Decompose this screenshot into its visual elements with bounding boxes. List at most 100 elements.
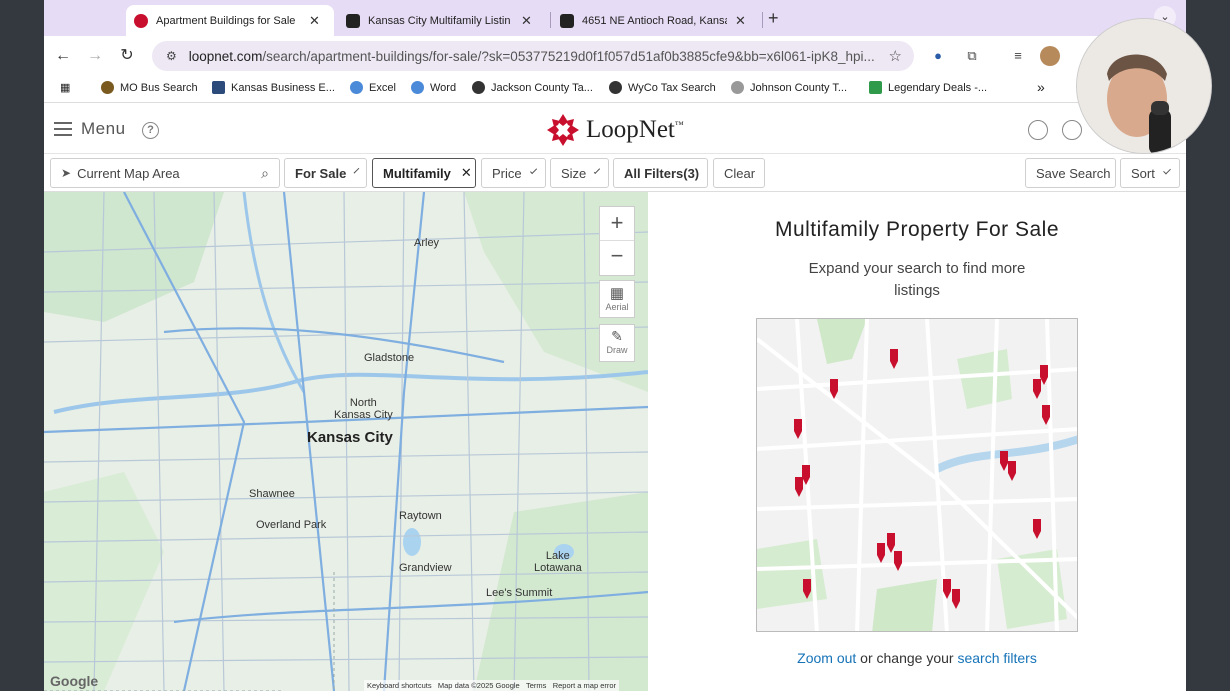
tab-strip: Apartment Buildings for Sale ✕ Kansas Ci… — [44, 0, 1186, 36]
search-icon[interactable]: ⌕ — [261, 165, 269, 182]
bookmark-favicon-icon — [350, 81, 363, 94]
apps-grid-icon[interactable]: ▦ — [60, 81, 70, 94]
close-tab-icon[interactable]: ✕ — [521, 13, 532, 29]
new-tab-icon[interactable]: + — [768, 8, 779, 29]
zoom-out-link[interactable]: Zoom out — [797, 650, 856, 666]
search-map[interactable]: Arley Gladstone North Kansas City Kansas… — [44, 192, 648, 691]
close-tab-icon[interactable]: ✕ — [735, 13, 746, 29]
report-map-error-link[interactable]: Report a map error — [553, 681, 616, 690]
map-illustration-graphic — [757, 319, 1077, 631]
no-results-actions: Zoom out or change your search filters — [648, 650, 1186, 666]
multifamily-filter-chip[interactable]: Multifamily ✕ — [372, 158, 476, 188]
chevron-down-icon — [529, 166, 537, 174]
map-pins-illustration — [756, 318, 1078, 632]
browser-toolbar: ← → ↻ ⚙ loopnet.com/search/apartment-bui… — [44, 36, 1186, 76]
results-panel: Multifamily Property For Sale Expand you… — [648, 192, 1186, 691]
desktop-background: Apartment Buildings for Sale ✕ Kansas Ci… — [0, 0, 1230, 691]
extensions-puzzle-icon[interactable]: ⧉ — [962, 46, 982, 66]
map-label-raytown: Raytown — [399, 510, 442, 522]
terms-link[interactable]: Terms — [526, 681, 546, 690]
chevron-down-icon — [353, 167, 360, 173]
back-arrow-icon[interactable]: ← — [52, 45, 74, 67]
menu-button[interactable]: Menu — [54, 118, 126, 140]
bookmark-excel[interactable]: Excel — [350, 81, 396, 94]
loopnet-favicon-icon — [134, 13, 148, 28]
extension-icon[interactable]: ● — [928, 46, 948, 66]
tab-title: Kansas City Multifamily Listin — [368, 14, 511, 27]
chevron-down-icon — [594, 167, 601, 174]
price-dropdown[interactable]: Price — [481, 158, 546, 188]
hamburger-icon — [54, 118, 72, 140]
webcam-overlay — [1076, 18, 1212, 154]
bookmark-johnson-county[interactable]: Johnson County T... — [731, 81, 847, 94]
site-info-icon[interactable]: ⚙ — [166, 49, 177, 63]
close-tab-icon[interactable]: ✕ — [309, 13, 320, 29]
bookmark-favicon-icon — [869, 81, 882, 94]
chevron-down-icon — [1162, 166, 1171, 175]
size-dropdown[interactable]: Size — [550, 158, 609, 188]
filter-bar: ➤ Current Map Area ⌕ For Sale Multifamil… — [44, 154, 1186, 192]
forward-arrow-icon[interactable]: → — [84, 45, 106, 67]
zoom-in-icon[interactable]: + — [600, 207, 634, 241]
bookmark-wyco-tax[interactable]: WyCo Tax Search — [609, 81, 716, 94]
bookmark-star-icon[interactable]: ☆ — [889, 47, 902, 65]
browser-window: Apartment Buildings for Sale ✕ Kansas Ci… — [44, 0, 1186, 691]
save-search-button[interactable]: Save Search — [1025, 158, 1116, 188]
tab-separator — [550, 12, 551, 28]
help-icon[interactable]: ? — [142, 122, 159, 139]
tab-title: Apartment Buildings for Sale — [156, 14, 296, 27]
menu-label: Menu — [81, 119, 126, 138]
user-account-icon[interactable] — [1062, 120, 1082, 140]
bookmark-jackson-county[interactable]: Jackson County Ta... — [472, 81, 593, 94]
bookmark-legendary-deals[interactable]: Legendary Deals -... — [869, 81, 987, 94]
bookmark-favicon-icon — [609, 81, 622, 94]
map-label-lake-lotawana: Lake Lotawana — [534, 550, 582, 574]
tab-4651-ne-antioch[interactable]: 4651 NE Antioch Road, Kansa ✕ — [552, 5, 762, 36]
zoom-out-icon[interactable]: − — [600, 241, 634, 275]
bookmark-word[interactable]: Word — [411, 81, 456, 94]
tab-apartment-buildings[interactable]: Apartment Buildings for Sale ✕ — [126, 5, 334, 36]
clear-button[interactable]: Clear — [713, 158, 765, 188]
all-filters-button[interactable]: All Filters(3) — [613, 158, 708, 188]
reload-icon[interactable]: ↻ — [116, 45, 138, 67]
bookmark-kansas-business[interactable]: Kansas Business E... — [212, 81, 335, 94]
no-results-subtitle: Expand your search to find more listings — [808, 260, 1026, 299]
keyboard-shortcuts-link[interactable]: Keyboard shortcuts — [367, 681, 432, 690]
sort-dropdown[interactable]: Sort — [1120, 158, 1180, 188]
aerial-toggle[interactable]: ▦ Aerial — [599, 280, 635, 318]
or-change-text: or change your — [856, 650, 958, 666]
media-controls-icon[interactable]: ≡ — [1008, 46, 1028, 66]
google-logo: Google — [50, 673, 99, 689]
aerial-label: Aerial — [605, 302, 629, 312]
bookmark-favicon-icon — [101, 81, 114, 94]
more-bookmarks-chevron-icon[interactable]: » — [1037, 79, 1045, 95]
map-footer: Keyboard shortcuts Map data ©2025 Google… — [364, 680, 620, 691]
map-label-arley: Arley — [414, 237, 440, 249]
remove-filter-icon[interactable]: ✕ — [461, 165, 472, 181]
tab-kansas-city-multifamily[interactable]: Kansas City Multifamily Listin ✕ — [338, 5, 548, 36]
map-label-grandview: Grandview — [399, 562, 452, 574]
for-sale-dropdown[interactable]: For Sale — [284, 158, 367, 188]
search-filters-link[interactable]: search filters — [957, 650, 1036, 666]
location-search-input[interactable]: ➤ Current Map Area ⌕ — [50, 158, 280, 188]
draw-label: Draw — [606, 345, 628, 355]
map-label-north-kansas-city: North Kansas City — [334, 397, 393, 421]
sort-label: Sort — [1131, 165, 1155, 181]
bookmark-favicon-icon — [212, 81, 225, 94]
for-sale-label: For Sale — [295, 165, 347, 181]
address-bar[interactable]: ⚙ loopnet.com/search/apartment-buildings… — [152, 41, 914, 71]
draw-tool[interactable]: ✎ Draw — [599, 324, 635, 362]
globe-icon[interactable] — [1028, 120, 1048, 140]
site-header: Menu ? LoopNet™ — [44, 104, 1186, 154]
bookmark-mo-bus-search[interactable]: MO Bus Search — [101, 81, 198, 94]
bookmark-favicon-icon — [472, 81, 485, 94]
profile-avatar[interactable] — [1040, 46, 1060, 66]
site-favicon-icon — [346, 13, 360, 28]
map-label-gladstone: Gladstone — [364, 352, 415, 364]
map-data-text: Map data ©2025 Google — [437, 681, 520, 690]
no-results-title: Multifamily Property For Sale — [774, 218, 1060, 241]
map-label-shawnee: Shawnee — [249, 488, 295, 500]
loopnet-logo[interactable]: LoopNet™ — [546, 113, 684, 147]
bookmark-favicon-icon — [731, 81, 744, 94]
map-label-kansas-city: Kansas City — [307, 429, 393, 446]
